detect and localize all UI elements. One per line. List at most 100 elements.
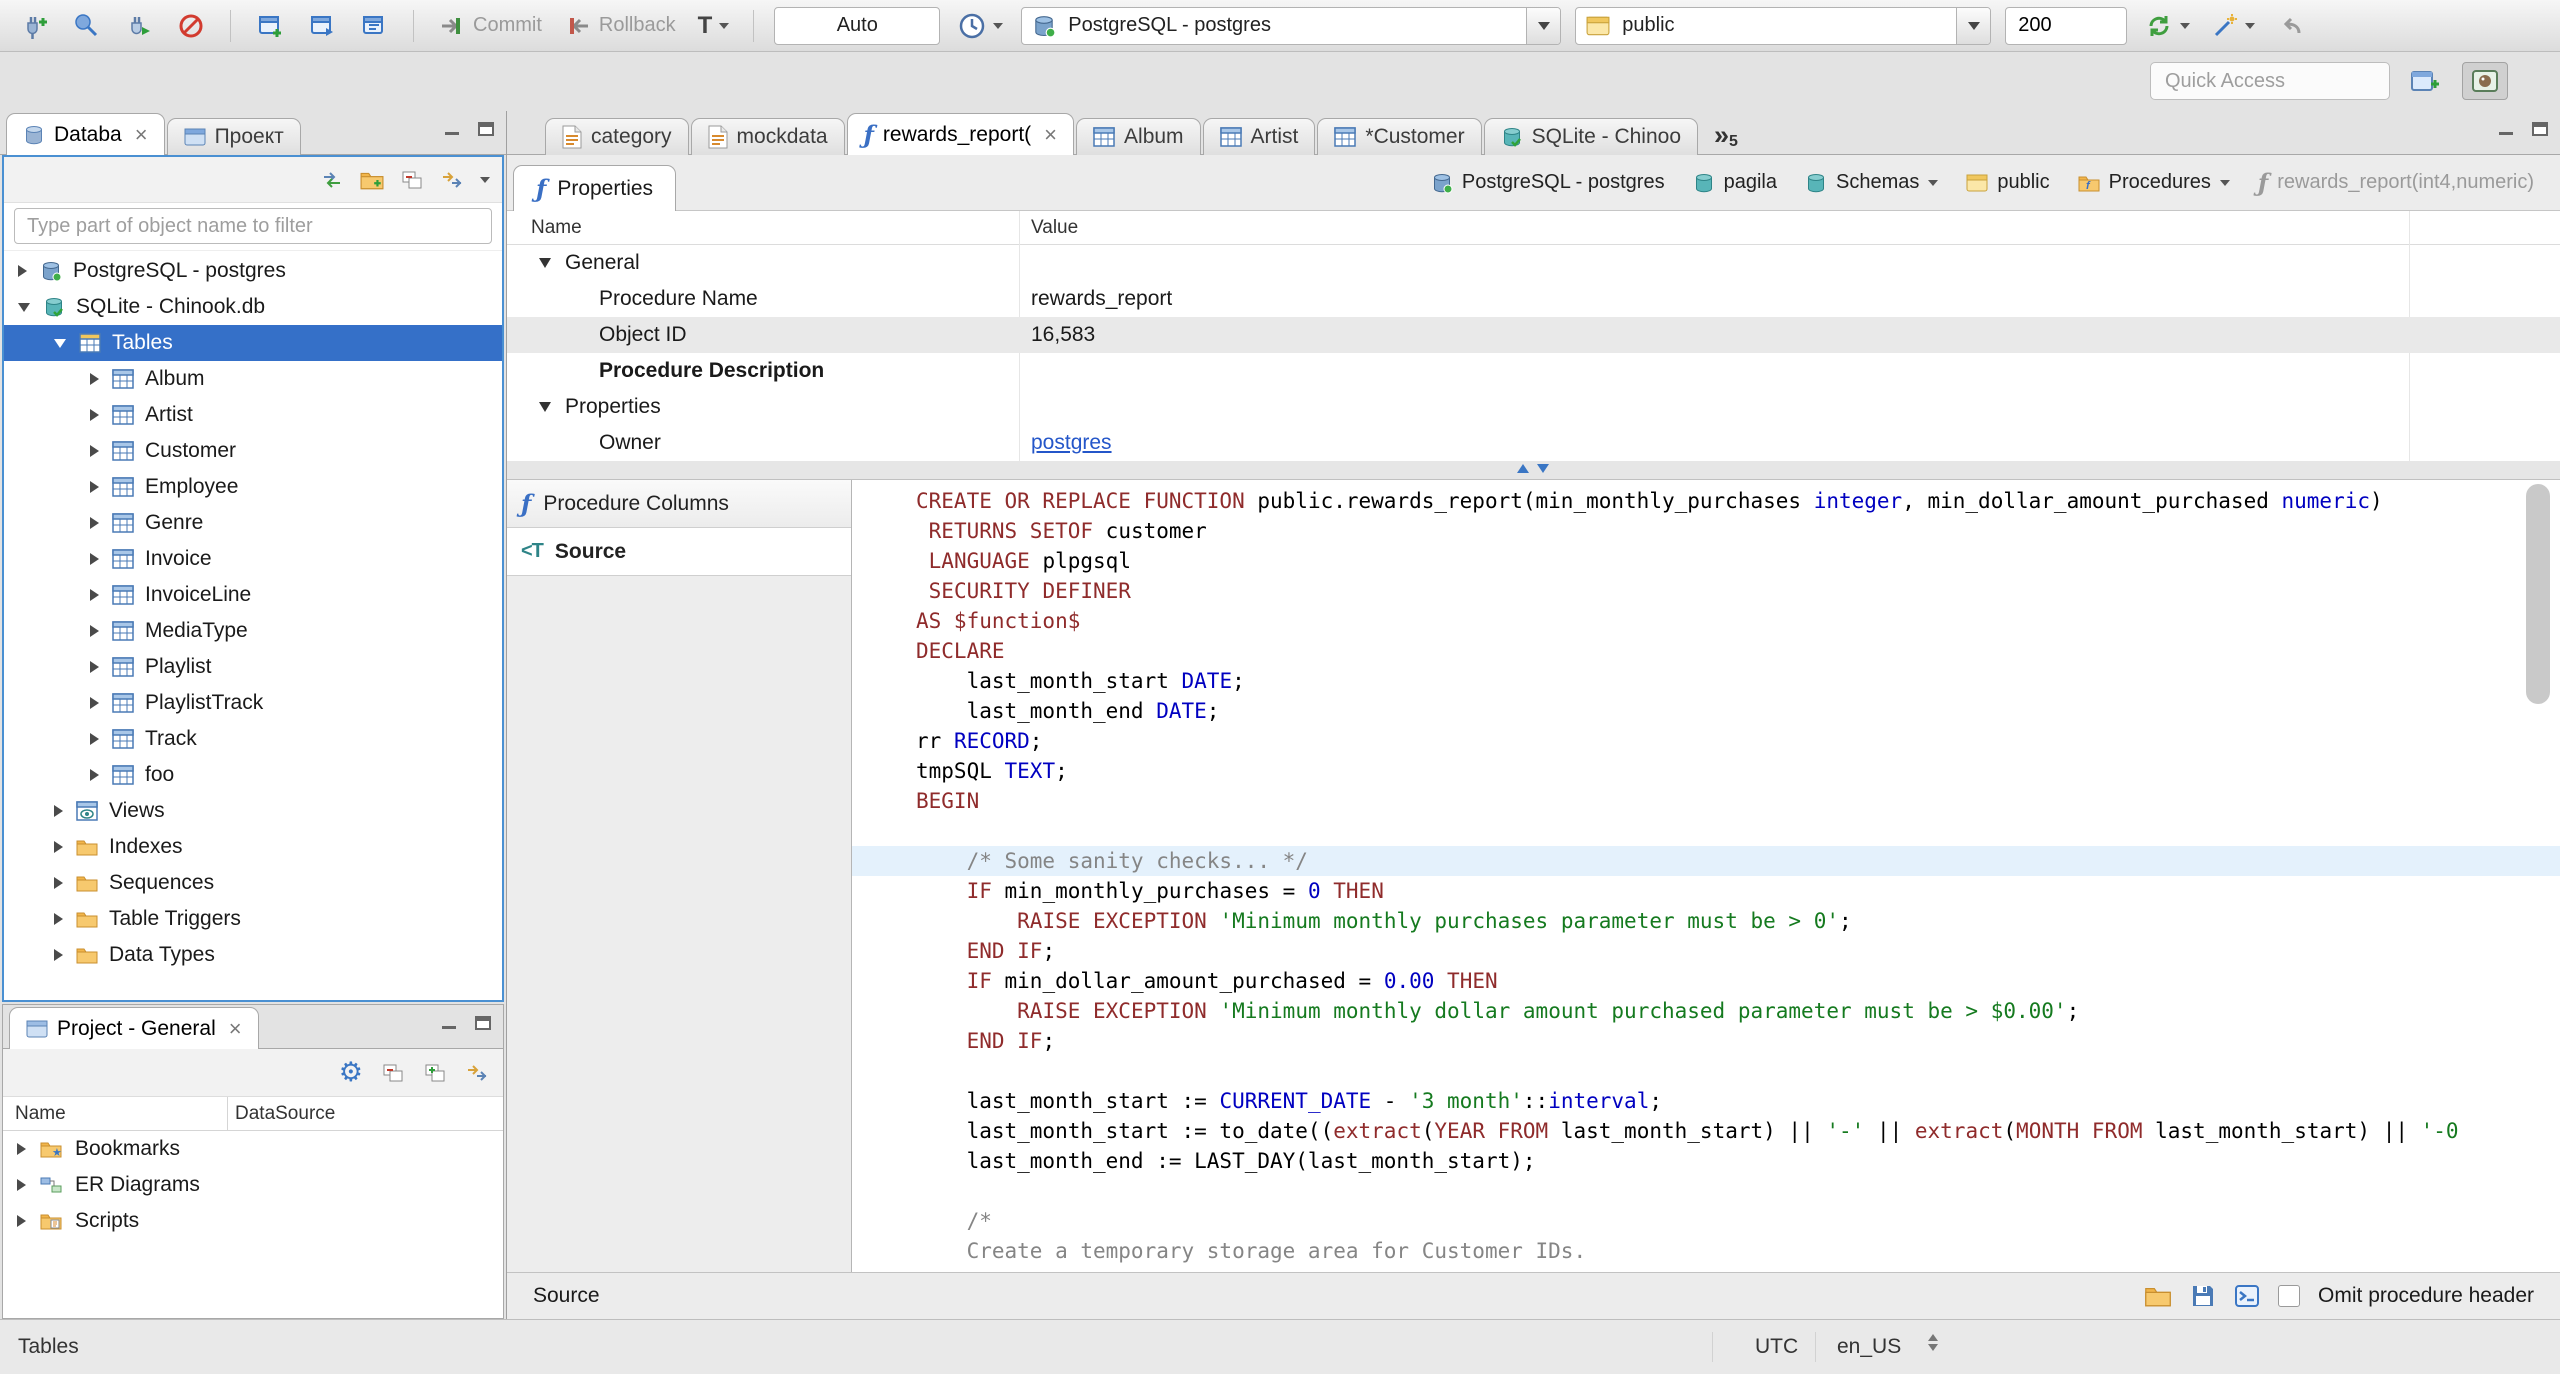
expand-arrow-icon[interactable] (90, 445, 99, 457)
tree-item-table-triggers[interactable]: Table Triggers (4, 901, 502, 937)
code-line[interactable] (852, 816, 2560, 846)
expand-arrow-icon[interactable] (90, 553, 99, 565)
disconnect-button[interactable] (172, 6, 210, 46)
database-selector[interactable]: public (1575, 6, 1992, 45)
expand-arrow-icon[interactable] (17, 1179, 26, 1191)
tree-item-track[interactable]: Track (4, 721, 502, 757)
code-line[interactable]: END IF; (852, 936, 2560, 966)
editor-tab-category[interactable]: category (545, 118, 689, 155)
code-line[interactable]: END IF; (852, 1026, 2560, 1056)
maximize-icon[interactable] (476, 119, 498, 139)
expand-arrow-icon[interactable] (90, 409, 99, 421)
expand-arrow-icon[interactable] (90, 697, 99, 709)
property-row-object-id[interactable]: Object ID 16,583 (507, 317, 2560, 353)
back-button[interactable] (2273, 6, 2309, 46)
breadcrumb-item-pagila[interactable]: pagila (1693, 171, 1777, 194)
refresh-button[interactable] (2141, 6, 2194, 46)
tree-item-customer[interactable]: Customer (4, 433, 502, 469)
commit-button[interactable]: Commit (434, 6, 546, 46)
editor-tab-artist[interactable]: Artist (1202, 118, 1316, 155)
code-line[interactable]: CREATE OR REPLACE FUNCTION public.reward… (852, 486, 2560, 516)
collapse-down-icon[interactable] (1537, 464, 1549, 473)
recent-sql-editor-button[interactable] (355, 6, 393, 46)
expand-arrow-icon[interactable] (90, 373, 99, 385)
pane-splitter[interactable] (507, 461, 2560, 480)
collapse-arrow-icon[interactable] (54, 338, 66, 348)
breadcrumb-item-public[interactable]: public (1966, 171, 2050, 194)
open-file-icon[interactable] (2144, 1285, 2172, 1307)
expand-arrow-icon[interactable] (90, 481, 99, 493)
expand-all-icon[interactable] (423, 1062, 447, 1084)
connection-selector[interactable]: PostgreSQL - postgres (1021, 6, 1562, 45)
project-item-bookmarks[interactable]: ★ Bookmarks (3, 1131, 503, 1167)
connection-dropdown-button[interactable] (1526, 7, 1561, 44)
subnav-procedure-columns[interactable]: ƒ Procedure Columns (507, 480, 851, 528)
editor-tab-album[interactable]: Album (1076, 118, 1201, 155)
transaction-mode-button[interactable]: T (694, 6, 734, 46)
open-console-icon[interactable] (2234, 1283, 2260, 1309)
collapse-arrow-icon[interactable] (539, 402, 551, 412)
code-line[interactable]: SECURITY DEFINER (852, 576, 2560, 606)
maximize-icon[interactable] (2530, 119, 2552, 139)
expand-arrow-icon[interactable] (90, 733, 99, 745)
expand-arrow-icon[interactable] (54, 877, 63, 889)
property-row-procedure-name[interactable]: Procedure Name rewards_report (507, 281, 2560, 317)
code-line[interactable]: last_month_start := to_date((extract(YEA… (852, 1116, 2560, 1146)
expand-arrow-icon[interactable] (54, 949, 63, 961)
link-with-editor-icon[interactable] (440, 169, 464, 191)
tree-item-data-types[interactable]: Data Types (4, 937, 502, 973)
code-line[interactable]: DECLARE (852, 636, 2560, 666)
breadcrumb-item-postgresql-postgres[interactable]: PostgreSQL - postgres (1431, 171, 1665, 194)
status-spinner-icon[interactable] (1928, 1334, 1938, 1351)
tree-item-invoice[interactable]: Invoice (4, 541, 502, 577)
breadcrumb-item-schemas[interactable]: Schemas (1805, 171, 1939, 194)
tree-item-genre[interactable]: Genre (4, 505, 502, 541)
code-line[interactable]: last_month_start := CURRENT_DATE - '3 mo… (852, 1086, 2560, 1116)
locale-indicator[interactable]: en_US (1837, 1335, 1901, 1359)
collapse-up-icon[interactable] (1517, 464, 1529, 473)
database-dropdown-button[interactable] (1956, 7, 1991, 44)
expand-arrow-icon[interactable] (18, 265, 27, 277)
code-line[interactable]: tmpSQL TEXT; (852, 756, 2560, 786)
tree-item-playlist[interactable]: Playlist (4, 649, 502, 685)
property-row-procedure-description[interactable]: Procedure Description (507, 353, 2560, 389)
code-line[interactable]: last_month_end := LAST_DAY(last_month_st… (852, 1146, 2560, 1176)
editor-tab-rewards-report[interactable]: ƒ rewards_report(× (846, 113, 1075, 155)
tree-item-sequences[interactable]: Sequences (4, 865, 502, 901)
vertical-scrollbar[interactable] (2526, 484, 2550, 1268)
timezone-indicator[interactable]: UTC (1755, 1335, 1798, 1359)
expand-arrow-icon[interactable] (90, 625, 99, 637)
code-line[interactable]: rr RECORD; (852, 726, 2560, 756)
connect-button[interactable] (68, 6, 106, 46)
rollback-button[interactable]: Rollback (560, 6, 680, 46)
editor-tab-sqlite-chinoo[interactable]: SQLite - Chinoo (1483, 118, 1699, 155)
transaction-history-button[interactable] (954, 6, 1007, 46)
tab-projects[interactable]: Проект (166, 118, 301, 155)
expand-arrow-icon[interactable] (90, 589, 99, 601)
code-line[interactable]: Create a temporary storage area for Cust… (852, 1236, 2560, 1266)
tree-item-employee[interactable]: Employee (4, 469, 502, 505)
commit-mode-combo[interactable]: Auto (774, 6, 941, 45)
code-line[interactable]: IF min_monthly_purchases = 0 THEN (852, 876, 2560, 906)
chevron-down-icon[interactable] (1928, 179, 1939, 186)
close-icon[interactable]: × (1044, 123, 1057, 146)
expand-arrow-icon[interactable] (54, 805, 63, 817)
property-row-properties[interactable]: Properties (507, 389, 2560, 425)
code-line[interactable]: /* Some sanity checks... */ (852, 846, 2560, 876)
omit-header-checkbox[interactable] (2278, 1285, 2301, 1307)
tree-item-views[interactable]: Views (4, 793, 502, 829)
collapse-all-icon[interactable] (400, 169, 424, 191)
expand-arrow-icon[interactable] (90, 661, 99, 673)
column-header-name[interactable]: Name (531, 217, 582, 239)
subnav-source[interactable]: <T Source (507, 528, 851, 576)
code-line[interactable] (852, 1056, 2560, 1086)
expand-arrow-icon[interactable] (90, 769, 99, 781)
column-header-name[interactable]: Name (15, 1103, 66, 1125)
connect-shortcut-icon[interactable] (320, 169, 344, 191)
tree-item-sqlite-chinook-db[interactable]: SQLite - Chinook.db (4, 289, 502, 325)
fetch-size-input[interactable] (2005, 6, 2128, 45)
save-file-icon[interactable] (2190, 1283, 2216, 1309)
collapse-all-icon[interactable] (381, 1062, 405, 1084)
minimize-icon[interactable] (2496, 119, 2518, 139)
open-sql-script-button[interactable] (303, 6, 341, 46)
